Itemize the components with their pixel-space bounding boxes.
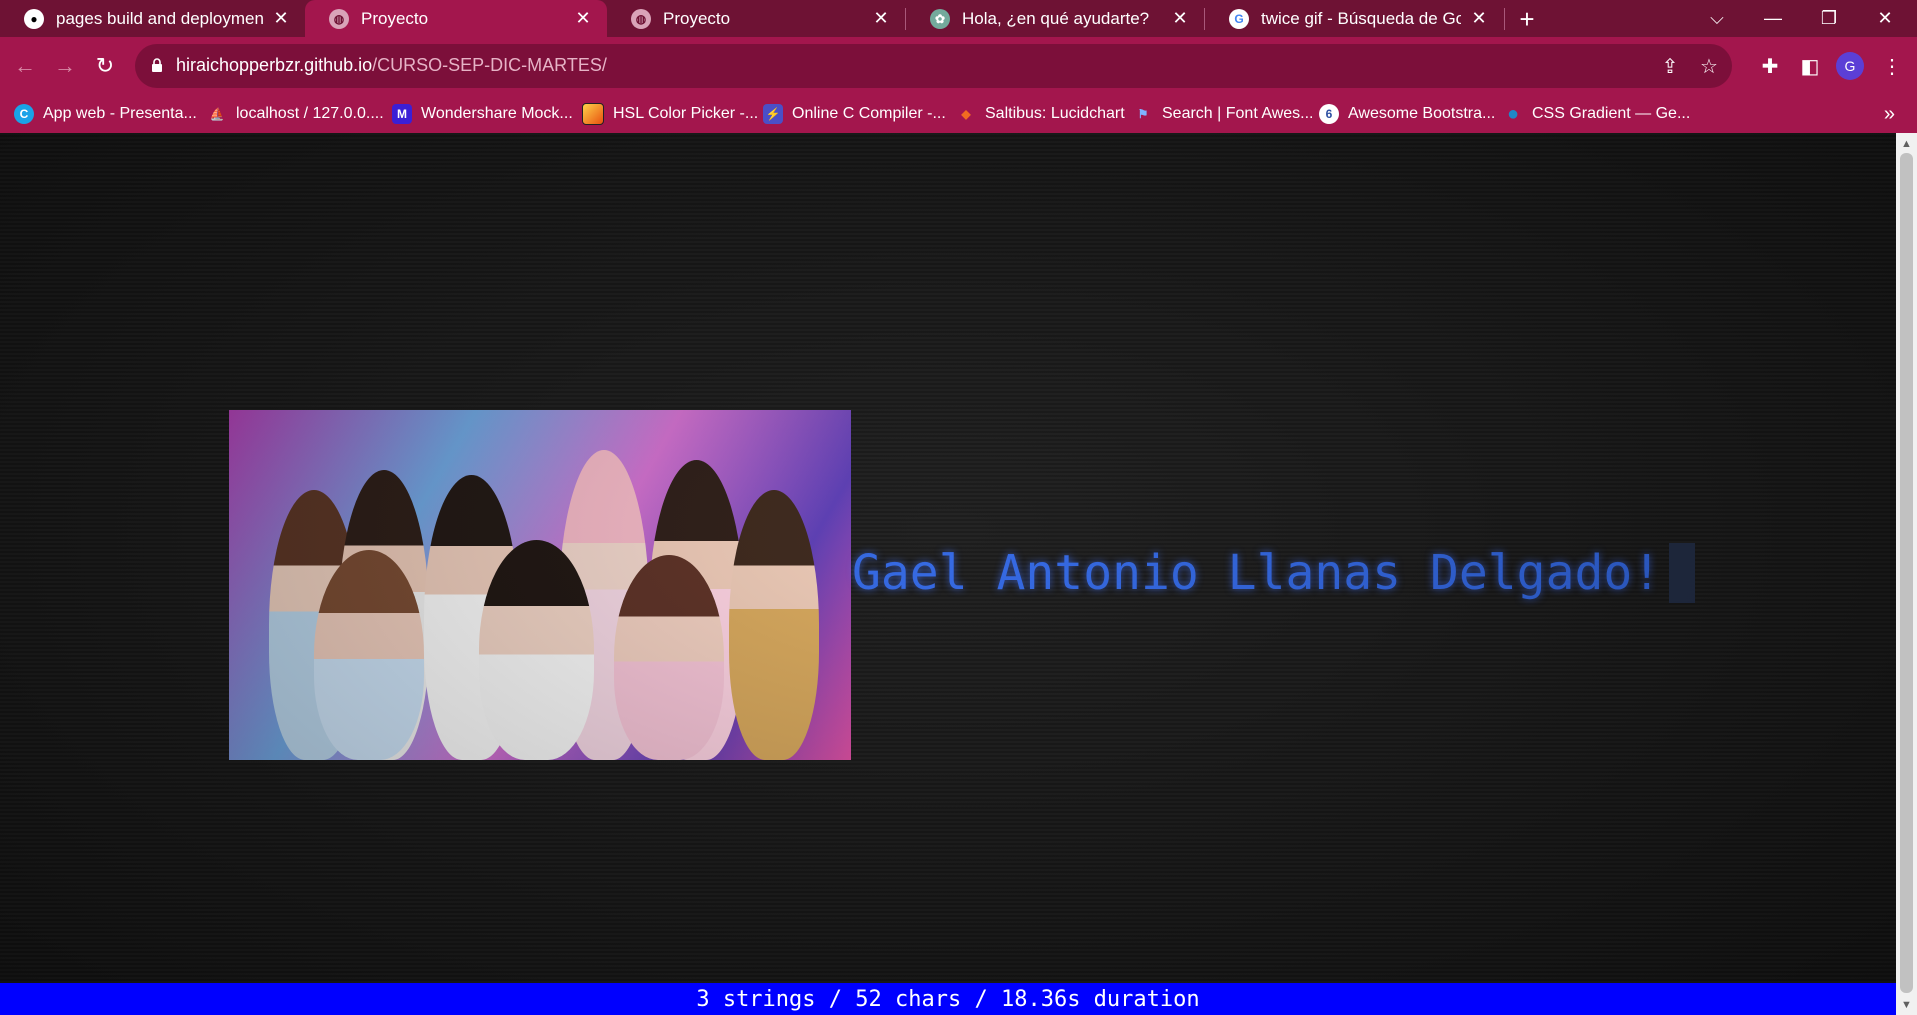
google-icon: G (1229, 8, 1249, 29)
bookmark-wondershare[interactable]: M Wondershare Mock... (392, 95, 573, 133)
page-content: Gael Antonio Llanas Delgado! 3 strings /… (0, 133, 1896, 1015)
tab-strip: ● pages build and deployment · Hi ✕ ◍ Pr… (0, 0, 1917, 37)
phpmyadmin-icon: ⛵ (209, 107, 225, 121)
typed-text: Gael Antonio Llanas Delgado! (852, 545, 1662, 601)
close-icon[interactable]: ✕ (1469, 8, 1489, 29)
bookmark-label: Wondershare Mock... (421, 105, 573, 122)
group-photo (229, 410, 851, 760)
tab-separator (1504, 8, 1505, 30)
lucidchart-icon: ◆ (961, 107, 971, 121)
browser-toolbar: ← → ↻ hiraichopperbzr.github.io/CURSO-SE… (0, 37, 1917, 95)
tab-title: Proyecto (663, 8, 731, 28)
bootstrap-icon: 6 (1319, 104, 1339, 124)
close-icon[interactable]: ✕ (271, 8, 291, 29)
close-icon[interactable]: ✕ (573, 8, 593, 29)
bookmark-awesome-bootstrap[interactable]: 6 Awesome Bootstra... (1319, 95, 1495, 133)
bookmark-label: localhost / 127.0.0.... (236, 105, 384, 122)
typed-heading: Gael Antonio Llanas Delgado! (852, 543, 1696, 603)
bookmark-css-gradient[interactable]: ● CSS Gradient — Ge... (1503, 95, 1690, 133)
tab-github-pages[interactable]: ● pages build and deployment · Hi ✕ (0, 0, 305, 37)
maximize-button[interactable]: ❐ (1801, 0, 1857, 37)
close-window-button[interactable]: ✕ (1857, 0, 1913, 37)
forward-button[interactable]: → (48, 49, 82, 83)
minimize-button[interactable]: — (1745, 0, 1801, 37)
extensions-icon[interactable]: ✚ (1753, 49, 1787, 83)
scroll-up-arrow-icon[interactable]: ▲ (1900, 137, 1913, 150)
tab-google-search[interactable]: G twice gif - Búsqueda de Google ✕ (1205, 0, 1503, 37)
tab-chatgpt[interactable]: ✿ Hola, ¿en qué ayudarte? ✕ (906, 0, 1204, 37)
tab-title: pages build and deployment · Hi (56, 8, 263, 28)
url-text[interactable]: hiraichopperbzr.github.io/CURSO-SEP-DIC-… (176, 55, 607, 76)
menu-icon[interactable]: ⋮ (1875, 49, 1909, 83)
bookmark-label: Search | Font Awes... (1162, 105, 1314, 122)
globe-icon: ◍ (631, 8, 651, 29)
color-picker-icon (582, 103, 604, 125)
canva-icon: C (14, 104, 34, 124)
share-icon[interactable]: ⇪ (1656, 52, 1684, 80)
scrollbar-thumb[interactable] (1900, 153, 1913, 993)
address-bar[interactable]: hiraichopperbzr.github.io/CURSO-SEP-DIC-… (135, 44, 1732, 88)
bookmark-c-compiler[interactable]: ⚡ Online C Compiler -... (763, 95, 946, 133)
tab-search-button[interactable]: ⌵ (1689, 0, 1745, 37)
compiler-icon: ⚡ (763, 104, 783, 124)
bookmark-lucidchart[interactable]: ◆ Saltibus: Lucidchart (956, 95, 1125, 133)
reload-button[interactable]: ↻ (88, 49, 122, 83)
fontawesome-icon: ⚑ (1137, 107, 1149, 121)
bookmarks-bar: C App web - Presenta... ⛵ localhost / 12… (0, 95, 1917, 133)
tab-title: twice gif - Búsqueda de Google (1261, 8, 1461, 28)
typing-cursor (1669, 543, 1696, 603)
back-button[interactable]: ← (8, 49, 42, 83)
page-scrollbar[interactable]: ▲ ▼ (1896, 133, 1917, 1015)
bookmark-label: Saltibus: Lucidchart (985, 105, 1125, 122)
mockitt-icon: M (392, 104, 412, 124)
bookmark-label: Online C Compiler -... (792, 105, 946, 122)
css-gradient-icon: ● (1506, 102, 1520, 125)
url-path: /CURSO-SEP-DIC-MARTES/ (372, 55, 607, 75)
bookmark-label: Awesome Bootstra... (1348, 105, 1496, 122)
close-icon[interactable]: ✕ (1170, 8, 1190, 29)
bookmark-star-icon[interactable]: ☆ (1695, 52, 1723, 80)
bookmark-font-awesome[interactable]: ⚑ Search | Font Awes... (1133, 95, 1314, 133)
profile-avatar[interactable]: G (1836, 52, 1864, 80)
bookmark-canva[interactable]: C App web - Presenta... (14, 95, 197, 133)
bookmarks-overflow-button[interactable]: » (1884, 103, 1895, 126)
bookmark-label: HSL Color Picker -... (613, 105, 759, 122)
side-panel-icon[interactable]: ◧ (1793, 49, 1827, 83)
new-tab-button[interactable]: + (1513, 4, 1541, 34)
tab-proyecto[interactable]: ◍ Proyecto ✕ (607, 0, 905, 37)
lock-icon[interactable] (151, 58, 163, 72)
typing-status-bar: 3 strings / 52 chars / 18.36s duration (0, 983, 1896, 1015)
close-icon[interactable]: ✕ (871, 8, 891, 29)
scroll-down-arrow-icon[interactable]: ▼ (1900, 998, 1913, 1011)
bookmark-label: CSS Gradient — Ge... (1532, 105, 1691, 122)
bookmark-hsl-picker[interactable]: HSL Color Picker -... (582, 95, 758, 133)
tab-title: Proyecto (361, 8, 429, 28)
globe-icon: ◍ (329, 8, 349, 29)
tab-proyecto-active[interactable]: ◍ Proyecto ✕ (305, 0, 607, 37)
url-host: hiraichopperbzr.github.io (176, 55, 373, 75)
chatgpt-icon: ✿ (930, 8, 950, 29)
bookmark-localhost[interactable]: ⛵ localhost / 127.0.0.... (207, 95, 384, 133)
tab-title: Hola, ¿en qué ayudarte? (962, 8, 1150, 28)
github-icon: ● (24, 8, 44, 29)
bookmark-label: App web - Presenta... (43, 105, 197, 122)
